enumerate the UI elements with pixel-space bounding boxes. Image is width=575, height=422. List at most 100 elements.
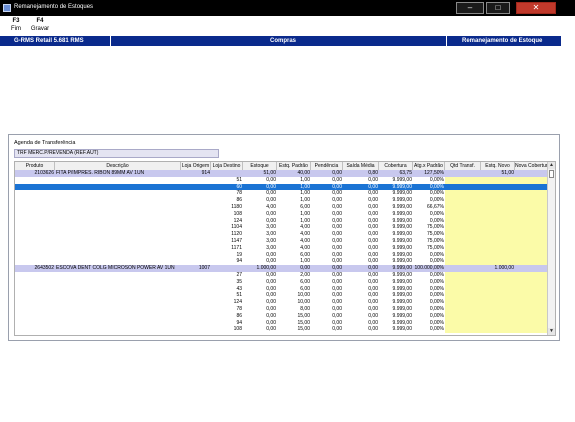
cell-nova-cob[interactable] bbox=[515, 203, 550, 211]
cell-estq-novo[interactable] bbox=[481, 299, 515, 306]
cell-qtd-transf[interactable] bbox=[445, 203, 481, 211]
cell-qtd-transf[interactable] bbox=[445, 285, 481, 293]
cell-estq-novo[interactable] bbox=[481, 183, 515, 191]
cell-qtd-transf[interactable] bbox=[445, 312, 481, 320]
column-header[interactable]: Saída Média bbox=[343, 162, 379, 170]
minimize-button[interactable]: – bbox=[456, 2, 484, 14]
store-row[interactable]: 1120 3,00 4,00 0,00 0,00 9.999,00 75,00% bbox=[15, 231, 550, 238]
cell-estq-novo[interactable] bbox=[481, 258, 515, 266]
cell-qtd-transf[interactable] bbox=[445, 319, 481, 327]
store-row[interactable]: 78 0,00 8,00 0,00 0,00 9.999,00 0,00% bbox=[15, 305, 550, 313]
cell-nova-cob[interactable] bbox=[515, 305, 550, 313]
cell-nova-cob[interactable] bbox=[515, 326, 550, 334]
cell-nova-cob[interactable] bbox=[515, 176, 550, 184]
store-row[interactable]: 51 0,00 1,00 0,00 0,00 9.999,00 0,00% bbox=[15, 176, 550, 184]
cell-estq-novo[interactable] bbox=[481, 244, 515, 252]
cell-estq-novo[interactable] bbox=[481, 176, 515, 184]
store-row[interactable]: 1104 3,00 4,00 0,00 0,00 9.999,00 75,00% bbox=[15, 224, 550, 232]
product-row[interactable]: 2103626 FITA P/IMPRES. RIBON 89MM AV 1UN 9… bbox=[15, 170, 550, 177]
cell-estq-novo[interactable] bbox=[481, 285, 515, 293]
cell-nova-cob[interactable] bbox=[515, 292, 550, 300]
vertical-scrollbar[interactable]: ▲ ▼ bbox=[547, 162, 555, 335]
cell-nova-cob[interactable] bbox=[515, 258, 550, 266]
cell-nova-cob[interactable] bbox=[515, 271, 550, 279]
store-row[interactable]: 35 0,00 6,00 0,00 0,00 9.999,00 0,00% bbox=[15, 278, 550, 286]
cell-qtd-transf[interactable] bbox=[445, 197, 481, 204]
store-row[interactable]: 43 0,00 6,00 0,00 0,00 9.999,00 0,00% bbox=[15, 285, 550, 293]
maximize-button[interactable]: □ bbox=[486, 2, 510, 14]
cell-qtd-transf[interactable] bbox=[445, 170, 481, 177]
column-header[interactable]: Pendência bbox=[311, 162, 343, 170]
column-header[interactable]: Produto bbox=[15, 162, 55, 170]
cell-nova-cob[interactable] bbox=[515, 210, 550, 218]
cell-qtd-transf[interactable] bbox=[445, 292, 481, 300]
store-row[interactable]: 1147 3,00 4,00 0,00 0,00 9.999,00 75,00% bbox=[15, 237, 550, 245]
store-row[interactable]: 108 0,00 15,00 0,00 0,00 9.999,00 0,00% bbox=[15, 326, 550, 334]
cell-estq-novo[interactable] bbox=[481, 251, 515, 259]
store-row[interactable]: 1171 3,00 4,00 0,00 0,00 9.999,00 75,00% bbox=[15, 244, 550, 252]
store-row[interactable]: 78 0,00 1,00 0,00 0,00 9.999,00 0,00% bbox=[15, 190, 550, 198]
cell-qtd-transf[interactable] bbox=[445, 237, 481, 245]
cell-estq-novo[interactable] bbox=[481, 217, 515, 225]
cell-qtd-transf[interactable] bbox=[445, 176, 481, 184]
column-header[interactable]: Atg.x Padrão bbox=[413, 162, 445, 170]
cell-estq-novo[interactable]: 1.000,00 bbox=[481, 265, 515, 272]
column-header[interactable]: Estq. Novo bbox=[481, 162, 515, 170]
cell-nova-cob[interactable] bbox=[515, 319, 550, 327]
cell-qtd-transf[interactable] bbox=[445, 305, 481, 313]
cell-estq-novo[interactable] bbox=[481, 237, 515, 245]
store-row[interactable]: 60 0,00 1,00 0,00 0,00 9.999,00 0,00% bbox=[15, 183, 550, 191]
cell-nova-cob[interactable] bbox=[515, 170, 550, 177]
transfer-grid[interactable]: Produto Descrição Loja Origem Loja Destino E… bbox=[14, 161, 556, 336]
store-row[interactable]: 94 0,00 15,00 0,00 0,00 9.999,00 0,00% bbox=[15, 319, 550, 327]
cell-qtd-transf[interactable] bbox=[445, 190, 481, 198]
gravar-button[interactable]: F4 Gravar bbox=[28, 18, 52, 32]
cell-nova-cob[interactable] bbox=[515, 224, 550, 232]
cell-estq-novo[interactable]: 51,00 bbox=[481, 170, 515, 177]
cell-qtd-transf[interactable] bbox=[445, 210, 481, 218]
cell-estq-novo[interactable] bbox=[481, 210, 515, 218]
column-header[interactable]: Estq. Padrão bbox=[277, 162, 311, 170]
cell-estq-novo[interactable] bbox=[481, 231, 515, 238]
product-row[interactable]: 2643502 ESCOVA DENT COLG MICROSON POWER A… bbox=[15, 265, 550, 272]
cell-estq-novo[interactable] bbox=[481, 319, 515, 327]
column-header[interactable]: Loja Destino bbox=[211, 162, 243, 170]
scroll-thumb[interactable] bbox=[549, 170, 554, 178]
cell-nova-cob[interactable] bbox=[515, 197, 550, 204]
cell-estq-novo[interactable] bbox=[481, 271, 515, 279]
scroll-up-icon[interactable]: ▲ bbox=[548, 162, 555, 169]
cell-qtd-transf[interactable] bbox=[445, 231, 481, 238]
store-row[interactable]: 94 0,00 1,00 0,00 0,00 9.999,00 0,00% bbox=[15, 258, 550, 266]
column-header[interactable]: Estoque bbox=[243, 162, 277, 170]
cell-qtd-transf[interactable] bbox=[445, 326, 481, 334]
column-header[interactable]: Nova Cobertura bbox=[515, 162, 550, 170]
cell-estq-novo[interactable] bbox=[481, 312, 515, 320]
cell-estq-novo[interactable] bbox=[481, 197, 515, 204]
cell-estq-novo[interactable] bbox=[481, 326, 515, 334]
cell-nova-cob[interactable] bbox=[515, 265, 550, 272]
cell-estq-novo[interactable] bbox=[481, 190, 515, 198]
cell-qtd-transf[interactable] bbox=[445, 244, 481, 252]
cell-nova-cob[interactable] bbox=[515, 312, 550, 320]
scroll-down-icon[interactable]: ▼ bbox=[548, 328, 555, 335]
cell-qtd-transf[interactable] bbox=[445, 299, 481, 306]
column-header[interactable]: Cobertura bbox=[379, 162, 413, 170]
cell-qtd-transf[interactable] bbox=[445, 217, 481, 225]
store-row[interactable]: 1180 4,00 6,00 0,00 0,00 9.999,00 66,67% bbox=[15, 203, 550, 211]
store-row[interactable]: 51 0,00 10,00 0,00 0,00 9.999,00 0,00% bbox=[15, 292, 550, 300]
cell-qtd-transf[interactable] bbox=[445, 278, 481, 286]
fim-button[interactable]: F3 Fim bbox=[4, 18, 28, 32]
agenda-field[interactable]: TRF MERC.P/REVENDA (REF.AUT) bbox=[14, 149, 219, 158]
cell-estq-novo[interactable] bbox=[481, 278, 515, 286]
column-header[interactable]: Qtd Transf. bbox=[445, 162, 481, 170]
cell-nova-cob[interactable] bbox=[515, 190, 550, 198]
cell-nova-cob[interactable] bbox=[515, 285, 550, 293]
cell-qtd-transf[interactable] bbox=[445, 183, 481, 191]
store-row[interactable]: 86 0,00 1,00 0,00 0,00 9.999,00 0,00% bbox=[15, 197, 550, 204]
cell-qtd-transf[interactable] bbox=[445, 258, 481, 266]
store-row[interactable]: 27 0,00 2,00 0,00 0,00 9.999,00 0,00% bbox=[15, 271, 550, 279]
cell-estq-novo[interactable] bbox=[481, 305, 515, 313]
cell-nova-cob[interactable] bbox=[515, 231, 550, 238]
close-button[interactable]: ✕ bbox=[516, 2, 556, 14]
cell-qtd-transf[interactable] bbox=[445, 224, 481, 232]
